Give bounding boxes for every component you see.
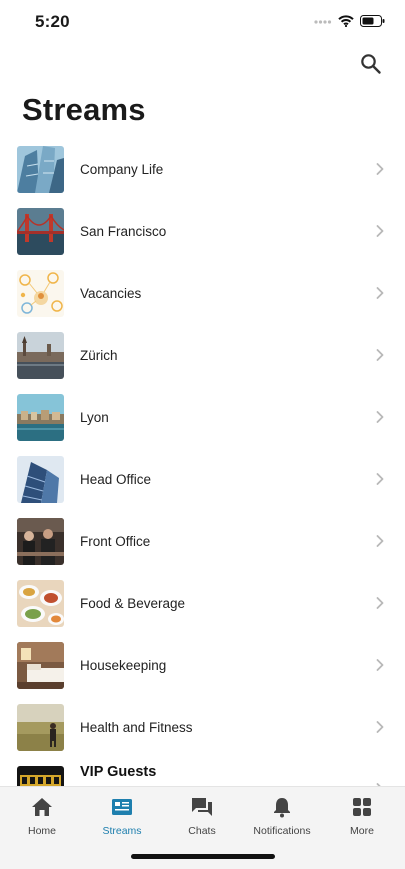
bell-icon bbox=[270, 795, 294, 819]
reception-staff-photo bbox=[17, 518, 64, 565]
list-item[interactable]: Health and Fitness bbox=[0, 696, 405, 758]
stream-label: Zürich bbox=[80, 347, 118, 363]
dishes-table-photo bbox=[17, 580, 64, 627]
status-bar: 5:20 bbox=[0, 0, 405, 46]
streams-icon bbox=[110, 795, 134, 819]
list-item[interactable]: Zürich bbox=[0, 324, 405, 386]
chevron-right-icon bbox=[375, 162, 385, 176]
golden-gate-photo bbox=[17, 208, 64, 255]
stream-label: Front Office bbox=[80, 533, 151, 549]
lyon-riverside-photo bbox=[17, 394, 64, 441]
tab-label: Notifications bbox=[253, 825, 311, 837]
stream-label: Health and Fitness bbox=[80, 719, 193, 735]
home-indicator[interactable] bbox=[131, 854, 275, 859]
chevron-right-icon bbox=[375, 410, 385, 424]
status-icons bbox=[314, 14, 385, 32]
zurich-river-photo bbox=[17, 332, 64, 379]
list-item[interactable]: Food & Beverage bbox=[0, 572, 405, 634]
page-title: Streams bbox=[22, 92, 146, 127]
streams-list: Company Life San Francisco Vacancies Zür… bbox=[0, 138, 405, 820]
chat-icon bbox=[190, 795, 214, 819]
list-item[interactable]: San Francisco bbox=[0, 200, 405, 262]
stream-label: Housekeeping bbox=[80, 657, 167, 673]
search-icon bbox=[360, 53, 382, 80]
chevron-right-icon bbox=[375, 224, 385, 238]
stream-label: Company Life bbox=[80, 161, 164, 177]
chevron-right-icon bbox=[375, 658, 385, 672]
list-item[interactable]: Vacancies bbox=[0, 262, 405, 324]
tab-chats[interactable]: Chats bbox=[162, 795, 242, 837]
tab-home[interactable]: Home bbox=[2, 795, 82, 837]
grid-icon bbox=[350, 795, 374, 819]
field-hiker-photo bbox=[17, 704, 64, 751]
tab-notifications[interactable]: Notifications bbox=[242, 795, 322, 837]
stream-label: Food & Beverage bbox=[80, 595, 186, 611]
chevron-right-icon bbox=[375, 534, 385, 548]
stream-label: VIP Guests bbox=[80, 764, 157, 780]
list-item[interactable]: Company Life bbox=[0, 138, 405, 200]
chevron-right-icon bbox=[375, 348, 385, 362]
chevron-right-icon bbox=[375, 720, 385, 734]
list-item[interactable]: Head Office bbox=[0, 448, 405, 510]
office-towers-photo bbox=[17, 146, 64, 193]
chevron-right-icon bbox=[375, 596, 385, 610]
stream-label: San Francisco bbox=[80, 223, 167, 239]
glass-building-photo bbox=[17, 456, 64, 503]
wifi-icon bbox=[338, 14, 354, 32]
tab-streams[interactable]: Streams bbox=[82, 795, 162, 837]
chevron-right-icon bbox=[375, 472, 385, 486]
stream-label: Vacancies bbox=[80, 285, 142, 301]
list-item[interactable]: Front Office bbox=[0, 510, 405, 572]
tab-label: More bbox=[350, 825, 374, 837]
tab-more[interactable]: More bbox=[322, 795, 402, 837]
chevron-right-icon bbox=[375, 286, 385, 300]
home-icon bbox=[30, 795, 54, 819]
signal-icon bbox=[314, 14, 332, 32]
list-item[interactable]: Housekeeping bbox=[0, 634, 405, 696]
status-time: 5:20 bbox=[35, 12, 70, 31]
battery-icon bbox=[360, 14, 385, 32]
stream-label: Head Office bbox=[80, 471, 152, 487]
tab-label: Home bbox=[27, 825, 56, 837]
hotel-room-photo bbox=[17, 642, 64, 689]
stream-label: Lyon bbox=[80, 409, 109, 425]
search-button[interactable] bbox=[357, 52, 385, 80]
tab-label: Streams bbox=[102, 825, 142, 837]
network-people-illustration bbox=[17, 270, 64, 317]
list-item[interactable]: Lyon bbox=[0, 386, 405, 448]
tab-label: Chats bbox=[188, 825, 216, 837]
